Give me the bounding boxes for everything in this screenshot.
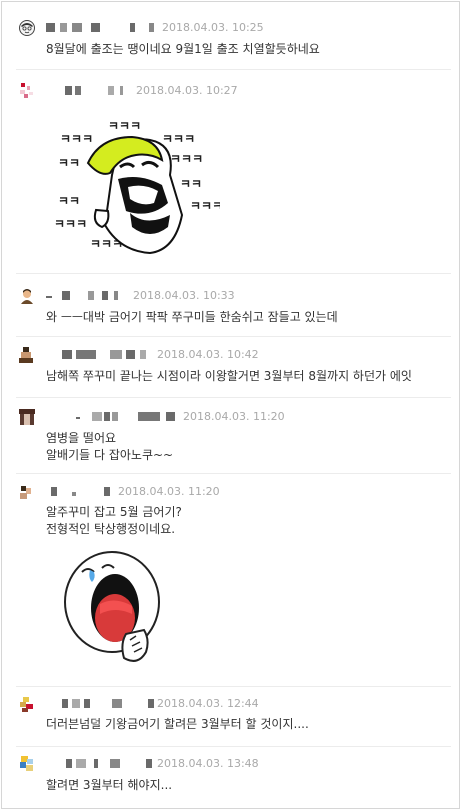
divider [16,69,451,70]
nickname-blurred[interactable] [46,291,126,300]
comment-list: 2018.04.03. 10:25 8월달에 출조는 땡이네요 9월1일 출조 … [1,1,460,809]
nickname-blurred[interactable] [46,699,156,708]
comment-text: 와 ㅡㅡ대박 금어기 팍팍 쭈구미들 한숨쉬고 잠들고 있는데 [46,309,338,326]
laugh-text: ㅋㅋㅋ [108,119,141,133]
comment-date: 2018.04.03. 12:44 [157,697,259,710]
crying-face-sticker [64,551,160,662]
laugh-text: ㅋㅋㅋ [162,132,195,146]
comment-date: 2018.04.03. 11:20 [118,485,220,498]
divider [16,273,451,274]
divider [16,397,451,398]
comment-line: 할려면 3월부터 해야지... [46,778,173,792]
comment-line: 전형적인 탁상행정이네요. [46,522,176,536]
divider [16,686,451,687]
profile-avatar-icon[interactable] [19,347,35,363]
nickname-blurred[interactable] [46,86,126,95]
laughing-man-sticker: ㅋㅋㅋ ㅋㅋ ㅋㅋㅋ ㅋㅋㅋ ㅋㅋㅋ ㅋㅋ ㅋㅋ ㅋㅋㅋ ㅋㅋㅋ ㅋㅋㅋ [54,119,220,255]
profile-avatar-icon[interactable] [19,409,35,425]
comment-text: 8월달에 출조는 땡이네요 9월1일 출조 치열할듯하네요 [46,41,320,58]
laugh-text: ㅋㅋㅋ [60,132,93,146]
divider [16,473,451,474]
divider [16,746,451,747]
profile-avatar-icon[interactable] [19,83,35,99]
laugh-text: ㅋㅋㅋ [190,199,220,213]
laugh-text: ㅋㅋㅋ [54,217,87,231]
profile-avatar-icon[interactable] [19,288,35,304]
comment-date: 2018.04.03. 10:42 [157,348,259,361]
laugh-text: ㅋㅋ [180,177,202,191]
laugh-text: ㅋㅋㅋ [170,152,203,166]
comment-date: 2018.04.03. 13:48 [157,757,259,770]
comment-text: 남해쪽 쭈꾸미 끝나는 시점이라 이왕할거면 3월부터 8월까지 하던가 에잇 [46,368,412,385]
comment-text: 염병을 떨어요 알배기들 다 잡아노쿠~~ [46,430,173,464]
comment-line: 알배기들 다 잡아노쿠~~ [46,448,174,462]
nickname-blurred[interactable] [46,23,156,32]
comment-line: 와 ㅡㅡ대박 금어기 팍팍 쭈구미들 한숨쉬고 잠들고 있는데 [46,310,338,324]
profile-avatar-icon[interactable] [19,696,35,712]
profile-avatar-icon[interactable] [19,756,35,772]
laugh-text: ㅋㅋ [58,156,80,170]
nickname-blurred[interactable] [46,487,116,496]
nickname-blurred[interactable] [46,350,156,359]
comment-date: 2018.04.03. 10:25 [162,21,264,34]
comment-text: 할려면 3월부터 해야지... [46,777,172,794]
profile-avatar-icon[interactable] [19,484,35,500]
comment-text: 더러븐넘덜 기왕금어기 할려믄 3월부터 할 것이지.... [46,716,309,733]
divider [16,336,451,337]
comment-line: 알주꾸미 잡고 5월 금어기? [46,505,182,519]
comment-date: 2018.04.03. 11:20 [183,410,285,423]
comment-line: 염병을 떨어요 [46,431,117,445]
nickname-blurred[interactable] [46,759,156,768]
comment-date: 2018.04.03. 10:27 [136,84,238,97]
nickname-blurred[interactable] [46,412,186,421]
laugh-text: ㅋㅋ [58,194,80,208]
comment-date: 2018.04.03. 10:33 [133,289,235,302]
comment-line: 더러븐넘덜 기왕금어기 할려믄 3월부터 할 것이지.... [46,717,309,731]
comment-line: 남해쪽 쭈꾸미 끝나는 시점이라 이왕할거면 3월부터 8월까지 하던가 에잇 [46,369,412,383]
comment-text: 알주꾸미 잡고 5월 금어기? 전형적인 탁상행정이네요. [46,504,182,538]
profile-avatar-icon[interactable] [19,20,35,36]
comment-line: 8월달에 출조는 땡이네요 9월1일 출조 치열할듯하네요 [46,42,320,56]
